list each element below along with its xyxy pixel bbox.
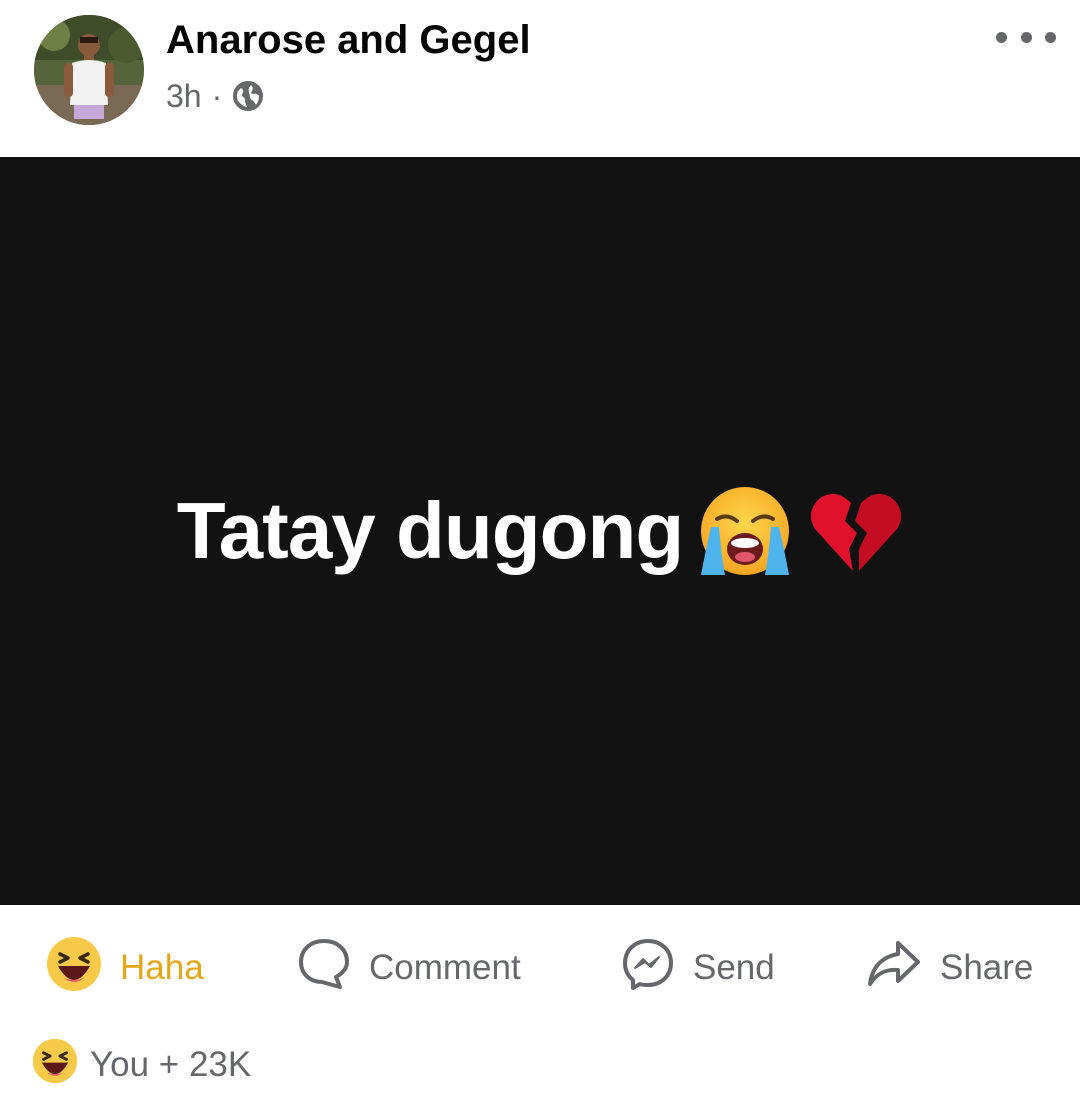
globe-icon[interactable] <box>232 80 264 112</box>
meta-separator: · <box>211 77 223 114</box>
post-meta: 3h · <box>166 76 264 116</box>
post-header: Anarose and Gegel 3h · <box>0 0 1080 157</box>
more-dot <box>1045 31 1056 43</box>
reactions-count: You + 23K <box>90 1045 252 1084</box>
share-label: Share <box>940 948 1034 987</box>
comment-button[interactable]: Comment <box>297 938 521 998</box>
haha-reaction-icon <box>32 1038 78 1093</box>
haha-reaction-icon <box>46 936 102 1001</box>
messenger-icon <box>621 937 675 1000</box>
comment-label: Comment <box>369 948 521 987</box>
post-text-content: Tatay dugong <box>176 486 684 575</box>
broken-heart-emoji <box>807 483 903 579</box>
post-body[interactable]: Tatay dugong <box>0 157 1080 905</box>
reactions-summary[interactable]: You + 23K <box>32 1038 252 1093</box>
haha-label: Haha <box>120 948 204 987</box>
loudly-crying-face-emoji <box>697 483 793 579</box>
author-name[interactable]: Anarose and Gegel <box>166 14 531 66</box>
share-icon <box>866 937 922 1000</box>
author-avatar[interactable] <box>34 15 144 125</box>
more-options-button[interactable] <box>996 22 1056 52</box>
post-timestamp[interactable]: 3h <box>166 78 202 115</box>
post-text: Tatay dugong <box>177 483 903 579</box>
send-button[interactable]: Send <box>621 938 775 998</box>
haha-reaction-button[interactable]: Haha <box>46 936 204 1001</box>
more-dot <box>996 31 1007 43</box>
avatar-photo <box>34 15 144 125</box>
post-action-bar: Haha Comment Send Share <box>0 905 1080 1027</box>
send-label: Send <box>693 948 775 987</box>
more-dot <box>1020 31 1032 43</box>
share-button[interactable]: Share <box>866 938 1033 998</box>
comment-icon <box>297 937 351 1000</box>
